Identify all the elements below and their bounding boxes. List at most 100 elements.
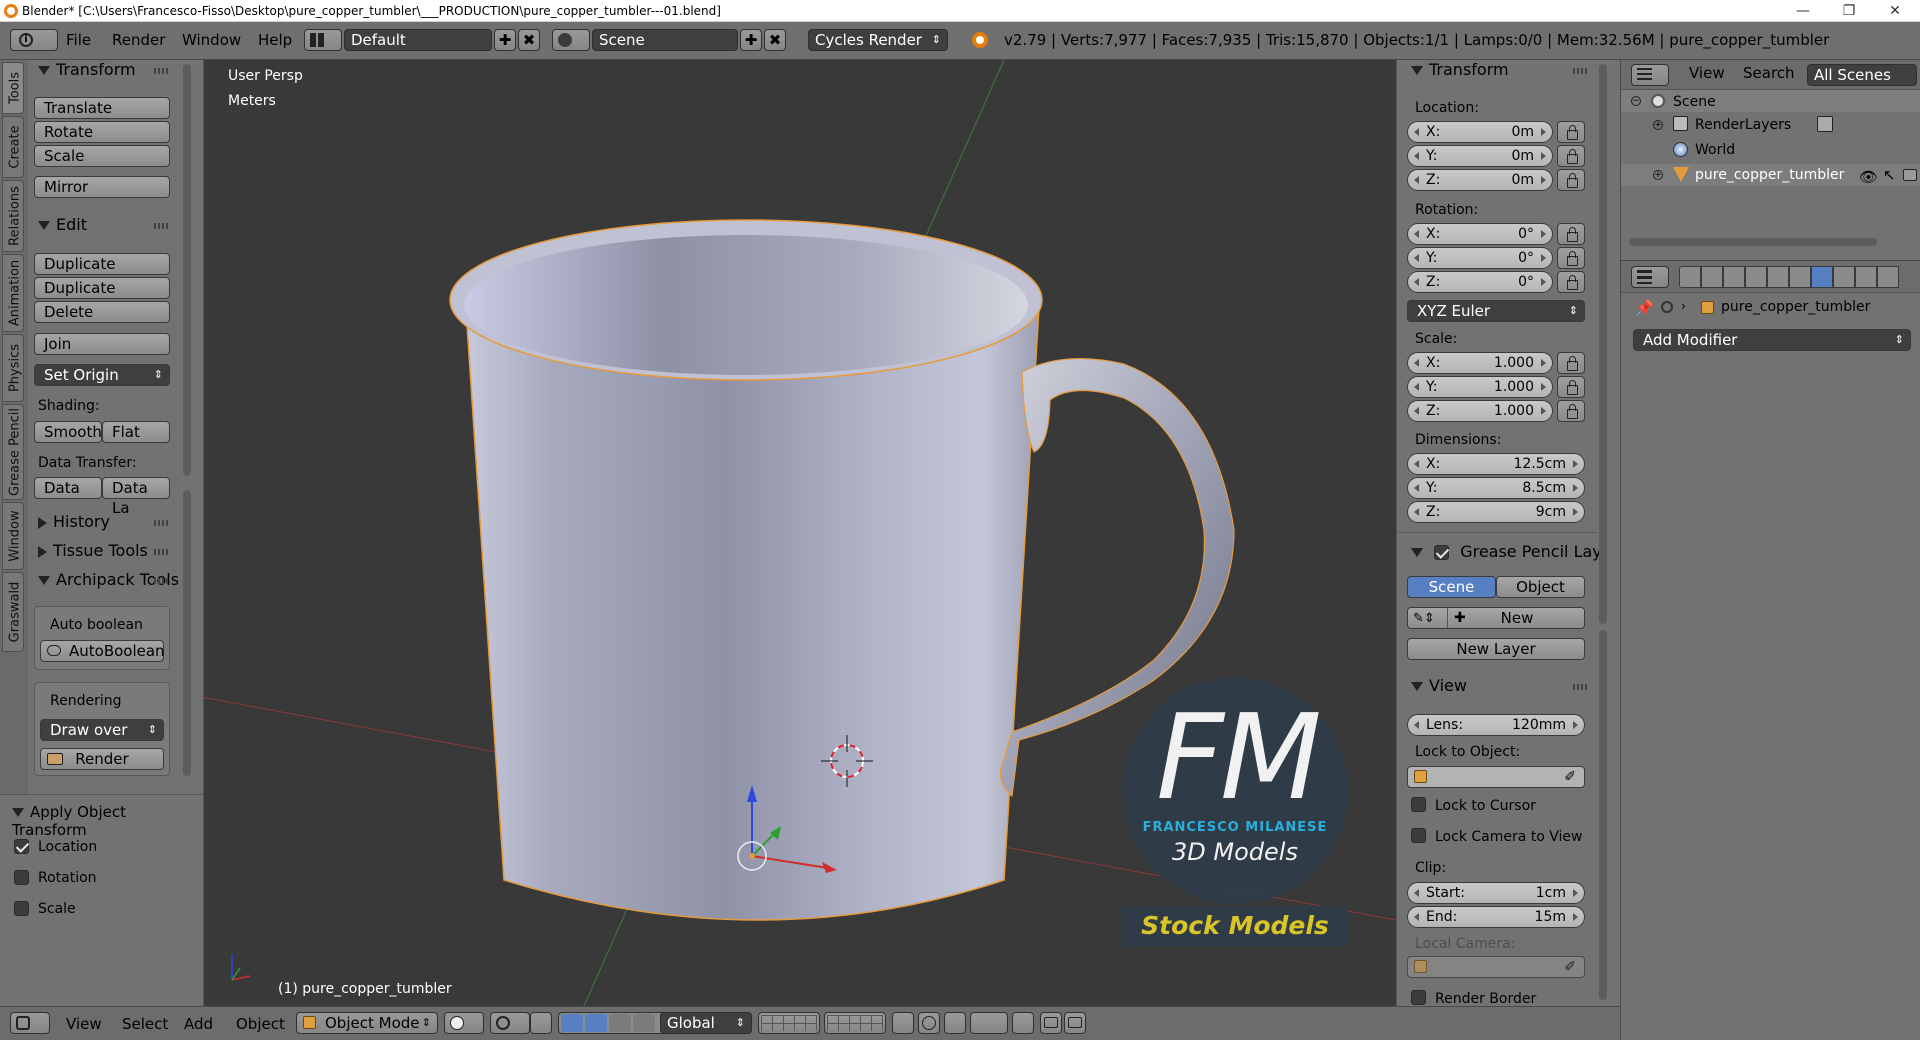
mirror-button[interactable]: Mirror [34, 176, 170, 198]
arrow-manipulator-icon[interactable] [633, 1014, 655, 1032]
data-layout-button[interactable]: Data La [102, 477, 170, 517]
tool-shelf-scrollbar[interactable] [183, 64, 191, 476]
grease-scene-button[interactable]: Scene [1407, 576, 1496, 598]
object-tab-icon[interactable] [1767, 266, 1789, 288]
data-tab-icon[interactable] [1833, 266, 1855, 288]
eyedropper-icon[interactable]: ✐ [1564, 767, 1576, 787]
scale-checkbox[interactable] [14, 901, 29, 916]
scene-browse-button[interactable] [552, 29, 590, 51]
draw-over-select[interactable]: Draw over ⇕ [40, 719, 164, 741]
scale-manipulator-icon[interactable] [609, 1014, 631, 1032]
eye-icon[interactable]: 👁 [1859, 168, 1878, 186]
render-layer-toggle-icon[interactable] [1817, 116, 1833, 132]
tab-create[interactable]: Create [2, 116, 24, 178]
scale-x-field[interactable]: X: 1.000 [1407, 352, 1553, 374]
grease-pencil-header[interactable]: Grease Pencil Layer [1411, 542, 1599, 561]
outliner-item-object[interactable]: pure_copper_tumbler [1695, 167, 1844, 183]
grease-object-button[interactable]: Object [1496, 576, 1585, 598]
render-tab-icon[interactable] [1679, 266, 1701, 288]
layout-name-field[interactable]: Default [344, 29, 492, 51]
add-modifier-select[interactable]: Add Modifier ⇕ [1633, 329, 1911, 351]
texture-tab-icon[interactable] [1877, 266, 1899, 288]
shading-select[interactable] [444, 1012, 484, 1034]
history-panel-header[interactable]: History [38, 512, 110, 531]
mode-select[interactable]: Object Mode ⇕ [296, 1012, 438, 1034]
maximize-button[interactable]: ❐ [1826, 0, 1872, 22]
lens-field[interactable]: Lens: 120mm [1407, 714, 1585, 736]
set-origin-select[interactable]: Set Origin ⇕ [34, 364, 170, 386]
rotation-mode-select[interactable]: XYZ Euler ⇕ [1407, 300, 1585, 322]
n-panel-scrollbar-lower[interactable] [1599, 630, 1607, 1000]
render-opengl-button[interactable] [1040, 1012, 1062, 1034]
orientation-select[interactable]: Global ⇕ [660, 1012, 752, 1034]
lock-location-x-icon[interactable] [1557, 121, 1585, 143]
modifiers-tab-icon[interactable] [1811, 266, 1833, 288]
menu-view[interactable]: View [66, 1015, 102, 1033]
drag-grip-icon[interactable] [154, 578, 168, 584]
data-button[interactable]: Data [34, 477, 102, 499]
rotation-x-field[interactable]: X: 0° [1407, 223, 1553, 245]
layout-browse-button[interactable] [304, 29, 342, 51]
layers-grid-b[interactable] [824, 1012, 886, 1034]
lock-scale-y-icon[interactable] [1557, 376, 1585, 398]
tool-shelf-scrollbar-lower[interactable] [183, 490, 191, 776]
dimension-x-field[interactable]: X: 12.5cm [1407, 453, 1585, 475]
tab-window[interactable]: Window [2, 502, 24, 570]
n-panel-scrollbar[interactable] [1599, 64, 1607, 624]
apply-transform-header[interactable]: Apply Object Transform [12, 803, 203, 839]
outliner-search-menu[interactable]: Search [1743, 64, 1795, 82]
snap-target-button[interactable] [1012, 1012, 1034, 1034]
menu-object[interactable]: Object [236, 1015, 285, 1033]
rotate-manipulator-icon[interactable] [585, 1014, 607, 1032]
menu-window[interactable]: Window [182, 31, 241, 49]
grease-new-layer-button[interactable]: New Layer [1407, 638, 1585, 660]
properties-editor-type[interactable] [1631, 266, 1669, 288]
tab-physics[interactable]: Physics [2, 334, 24, 402]
edit-panel-header[interactable]: Edit [38, 215, 87, 234]
outliner-item-renderlayers[interactable]: RenderLayers [1695, 117, 1791, 133]
scale-z-field[interactable]: Z: 1.000 [1407, 400, 1553, 422]
menu-select[interactable]: Select [122, 1015, 168, 1033]
grease-new-button[interactable]: New [1448, 608, 1586, 628]
translate-manipulator-icon[interactable] [561, 1014, 583, 1032]
lock-location-z-icon[interactable] [1557, 169, 1585, 191]
transform-panel-header[interactable]: Transform [38, 60, 136, 79]
lock-rotation-x-icon[interactable] [1557, 223, 1585, 245]
menu-help[interactable]: Help [258, 31, 292, 49]
snap-element-select[interactable] [970, 1012, 1008, 1034]
outliner-editor-type[interactable] [1631, 64, 1669, 86]
dimension-z-field[interactable]: Z: 9cm [1407, 501, 1585, 523]
manipulator-toggle[interactable] [530, 1012, 552, 1034]
outliner-item-world[interactable]: World [1695, 142, 1735, 158]
drag-grip-icon[interactable] [154, 68, 168, 74]
local-camera-field[interactable]: ✐ [1407, 956, 1585, 978]
clip-end-field[interactable]: End: 15m [1407, 906, 1585, 928]
manipulator-buttons[interactable] [558, 1012, 668, 1034]
menu-file[interactable]: File [66, 31, 91, 49]
outliner-hscrollbar[interactable] [1629, 238, 1877, 246]
tissue-tools-panel-header[interactable]: Tissue Tools [38, 541, 148, 560]
close-button[interactable]: ✕ [1872, 0, 1918, 22]
lock-rotation-y-icon[interactable] [1557, 247, 1585, 269]
scene-name-field[interactable]: Scene [592, 29, 738, 51]
material-tab-icon[interactable] [1855, 266, 1877, 288]
scene-add-button[interactable]: ✚ [740, 29, 762, 51]
collapse-toggle-icon[interactable]: − [1631, 96, 1641, 106]
rotation-y-field[interactable]: Y: 0° [1407, 247, 1553, 269]
location-y-field[interactable]: Y: 0m [1407, 145, 1553, 167]
drag-grip-icon[interactable] [154, 223, 168, 229]
layers-grid-a[interactable] [758, 1012, 820, 1034]
flat-button[interactable]: Flat [102, 421, 170, 443]
cursor-select-icon[interactable]: ↖ [1883, 166, 1896, 184]
outliner-view-menu[interactable]: View [1689, 64, 1725, 82]
menu-add[interactable]: Add [184, 1015, 213, 1033]
lock-layers-button[interactable] [892, 1012, 914, 1034]
lock-camera-checkbox[interactable] [1411, 828, 1426, 843]
pencil-icon[interactable]: ✎⇕ [1408, 608, 1448, 628]
location-checkbox[interactable] [14, 839, 29, 854]
scale-button[interactable]: Scale [34, 145, 170, 167]
location-z-field[interactable]: Z: 0m [1407, 169, 1553, 191]
duplicate-button[interactable]: Duplicate [34, 253, 170, 275]
clip-start-field[interactable]: Start: 1cm [1407, 882, 1585, 904]
render-engine-select[interactable]: Cycles Render ⇕ [808, 29, 948, 51]
